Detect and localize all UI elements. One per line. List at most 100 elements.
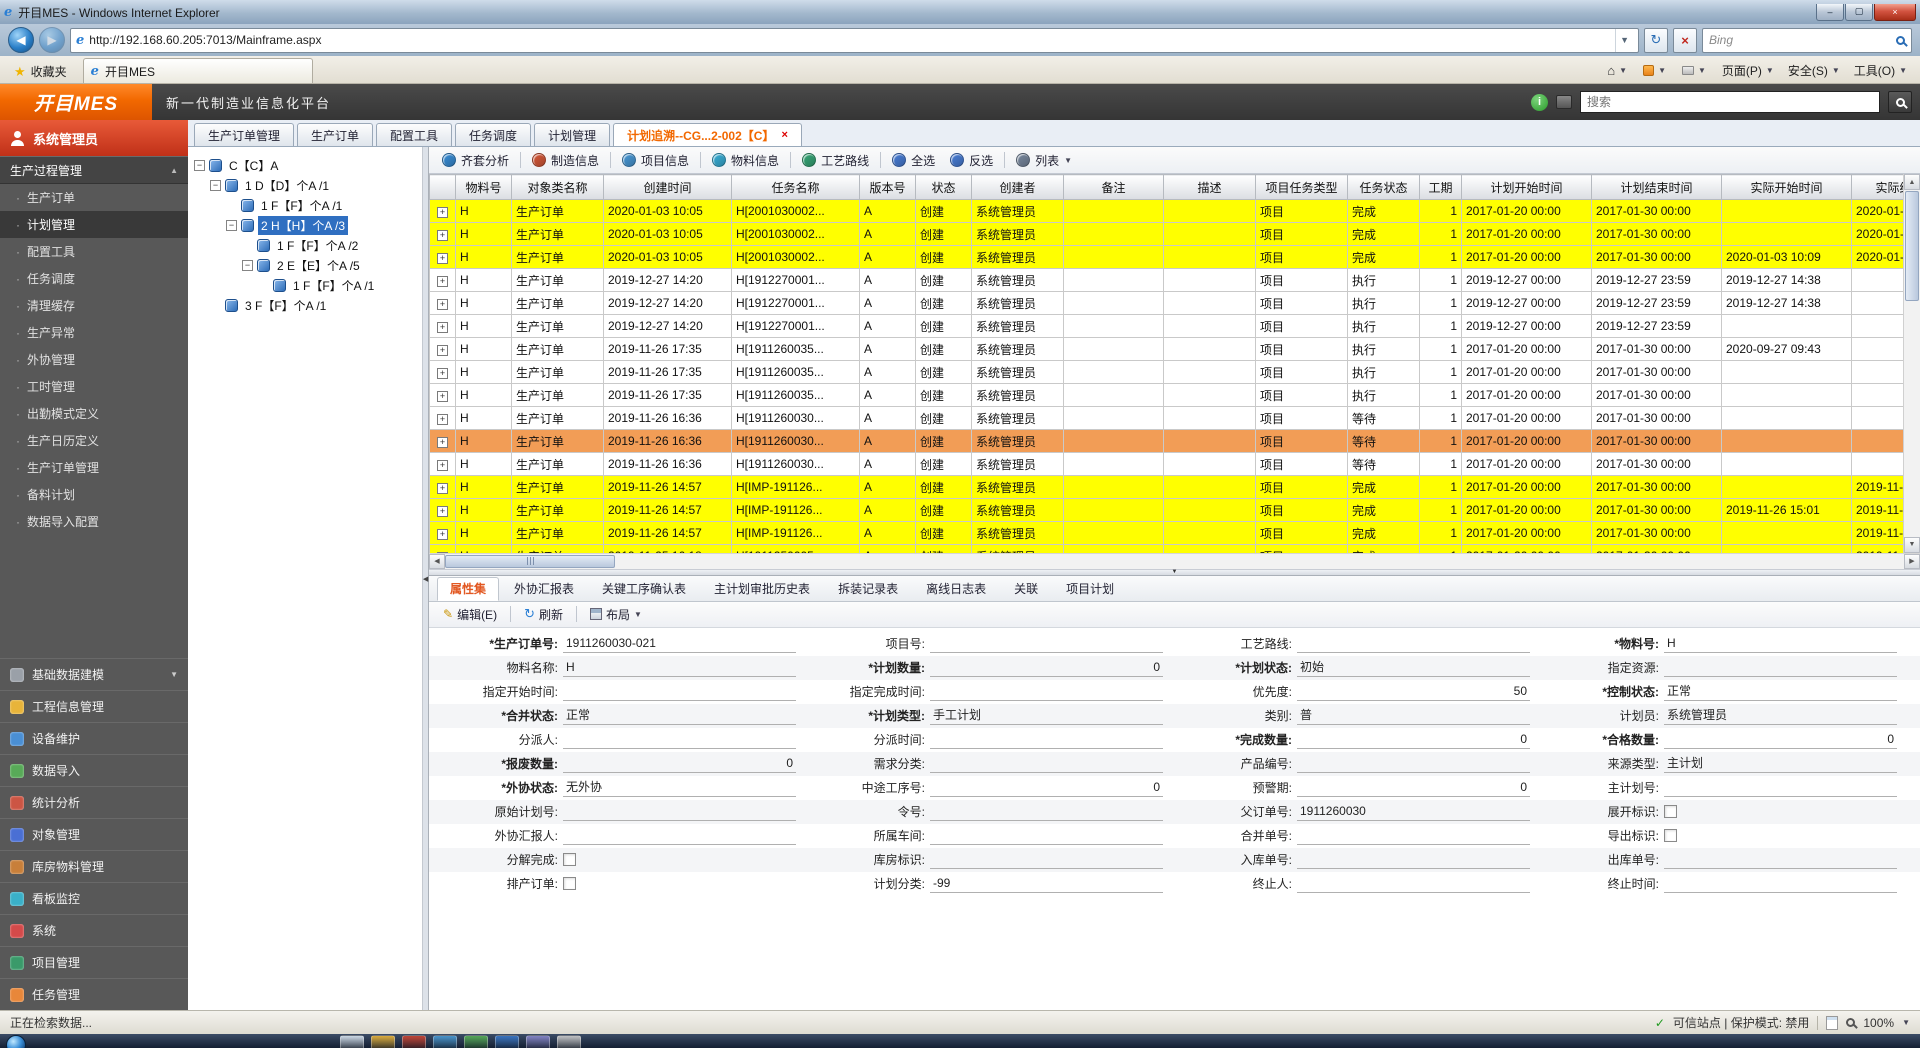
field-value[interactable] <box>1297 635 1530 653</box>
column-header[interactable]: 计划开始时间 <box>1462 175 1592 200</box>
column-header[interactable]: 版本号 <box>860 175 916 200</box>
column-header[interactable]: 备注 <box>1064 175 1164 200</box>
column-header[interactable]: 对象类名称 <box>512 175 604 200</box>
tree-expander-icon[interactable]: − <box>210 180 221 191</box>
sidebar-item[interactable]: 数据导入配置 <box>0 508 188 535</box>
field-value[interactable] <box>1297 851 1530 869</box>
detail-splitter[interactable]: ▼ <box>429 569 1920 576</box>
detail-tab[interactable]: 项目计划 <box>1053 577 1127 601</box>
stop-button[interactable]: × <box>1673 28 1697 53</box>
tree-node[interactable]: −C【C】A <box>190 155 420 175</box>
row-expander-icon[interactable]: + <box>437 368 448 379</box>
table-row[interactable]: +H生产订单2019-11-26 17:35H[1911260035...A创建… <box>430 384 1904 407</box>
horizontal-scroll-track[interactable] <box>615 554 1904 569</box>
column-header[interactable]: 创建者 <box>972 175 1064 200</box>
row-expander-icon[interactable]: + <box>437 299 448 310</box>
command-button[interactable]: 安全(S)▼ <box>1781 58 1847 82</box>
browser-tab[interactable]: e 开目MES <box>83 58 313 83</box>
table-row[interactable]: +H生产订单2019-11-26 17:35H[1911260035...A创建… <box>430 338 1904 361</box>
field-value[interactable]: H <box>1664 635 1897 653</box>
column-header[interactable]: 项目任务类型 <box>1256 175 1348 200</box>
field-value[interactable] <box>1297 755 1530 773</box>
sidebar-module[interactable]: 系统 <box>0 914 188 946</box>
column-header[interactable]: 实际结束时间 <box>1852 175 1904 200</box>
taskbar-app-2[interactable] <box>371 1035 395 1048</box>
search-icon[interactable] <box>1896 36 1905 45</box>
tree-expander-icon[interactable]: − <box>194 160 205 171</box>
table-row[interactable]: +H生产订单2019-11-26 16:36H[1911260030...A创建… <box>430 430 1904 453</box>
column-header[interactable]: 任务名称 <box>732 175 860 200</box>
command-button[interactable]: 页面(P)▼ <box>1715 58 1781 82</box>
app-search-input[interactable] <box>1580 91 1880 113</box>
tree-node[interactable]: −2 E【E】个A /5 <box>190 255 420 275</box>
taskbar-app-8[interactable] <box>557 1035 581 1048</box>
checkbox[interactable] <box>1664 805 1677 818</box>
column-header[interactable]: 描述 <box>1164 175 1256 200</box>
sidebar-item[interactable]: 备料计划 <box>0 481 188 508</box>
process-route-button[interactable]: 工艺路线 <box>795 150 876 171</box>
field-value[interactable] <box>1664 779 1897 797</box>
project-info-button[interactable]: 项目信息 <box>615 150 696 171</box>
horizontal-scrollbar[interactable]: ◀ ▶ <box>429 553 1920 569</box>
command-button[interactable]: 工具(O)▼ <box>1847 58 1914 82</box>
table-row[interactable]: +H生产订单2019-11-26 14:57H[IMP-191126...A创建… <box>430 499 1904 522</box>
tree-node[interactable]: 1 F【F】个A /2 <box>190 235 420 255</box>
info-icon[interactable]: i <box>1531 94 1548 111</box>
detail-tab[interactable]: 离线日志表 <box>913 577 999 601</box>
taskbar-app-1[interactable] <box>340 1035 364 1048</box>
back-button[interactable]: ◀ <box>8 27 34 53</box>
column-header[interactable] <box>430 175 456 200</box>
taskbar-app-6[interactable] <box>495 1035 519 1048</box>
detail-tab[interactable]: 主计划审批历史表 <box>701 577 823 601</box>
vertical-scroll-thumb[interactable] <box>1905 191 1919 301</box>
column-header[interactable]: 创建时间 <box>604 175 732 200</box>
main-tab[interactable]: 任务调度 <box>455 123 531 146</box>
chevron-down-icon[interactable]: ▼ <box>1902 1018 1910 1027</box>
taskbar-app-3[interactable] <box>402 1035 426 1048</box>
field-value[interactable] <box>930 851 1163 869</box>
list-view-button[interactable]: 列表▼ <box>1009 150 1079 171</box>
field-value[interactable] <box>563 731 796 749</box>
sidebar-item[interactable]: 清理缓存 <box>0 292 188 319</box>
notification-icon[interactable] <box>1556 95 1572 109</box>
address-dropdown-icon[interactable]: ▼ <box>1615 29 1633 52</box>
zoom-level[interactable]: 100% <box>1863 1016 1894 1030</box>
field-value[interactable] <box>1664 851 1897 869</box>
sidebar-item[interactable]: 配置工具 <box>0 238 188 265</box>
field-value[interactable]: 正常 <box>563 707 796 725</box>
column-header[interactable]: 任务状态 <box>1348 175 1420 200</box>
detail-tab-active[interactable]: 属性集 <box>437 577 499 601</box>
field-value[interactable] <box>563 827 796 845</box>
vertical-scrollbar[interactable]: ▲ ▼ <box>1903 174 1920 553</box>
row-expander-icon[interactable]: + <box>437 230 448 241</box>
zoom-icon[interactable] <box>1846 1018 1855 1027</box>
scroll-down-icon[interactable]: ▼ <box>1904 537 1920 553</box>
field-value[interactable]: 手工计划 <box>930 707 1163 725</box>
scroll-right-icon[interactable]: ▶ <box>1904 554 1920 569</box>
row-expander-icon[interactable]: + <box>437 437 448 448</box>
tree-node[interactable]: −1 D【D】个A /1 <box>190 175 420 195</box>
table-row[interactable]: +H生产订单2019-11-26 17:35H[1911260035...A创建… <box>430 361 1904 384</box>
field-value[interactable]: 0 <box>1297 779 1530 797</box>
sidebar-item[interactable]: 计划管理 <box>0 211 188 238</box>
sidebar-item[interactable]: 生产异常 <box>0 319 188 346</box>
scroll-up-icon[interactable]: ▲ <box>1904 174 1920 190</box>
field-value[interactable]: 无外协 <box>563 779 796 797</box>
sidebar-section-header[interactable]: 生产过程管理 ▲ <box>0 156 188 184</box>
sidebar-module[interactable]: 设备维护 <box>0 722 188 754</box>
field-value[interactable]: 系统管理员 <box>1664 707 1897 725</box>
row-expander-icon[interactable]: + <box>437 529 448 540</box>
select-all-button[interactable]: 全选 <box>885 150 942 171</box>
field-value[interactable] <box>930 683 1163 701</box>
layout-button[interactable]: 布局 ▼ <box>584 604 648 625</box>
field-value[interactable] <box>930 755 1163 773</box>
vertical-scroll-track[interactable] <box>1904 302 1920 537</box>
column-header[interactable]: 计划结束时间 <box>1592 175 1722 200</box>
taskbar-app-4[interactable] <box>433 1035 457 1048</box>
table-row[interactable]: +H生产订单2020-01-03 10:05H[2001030002...A创建… <box>430 200 1904 223</box>
sidebar-module[interactable]: 库房物料管理 <box>0 850 188 882</box>
checkbox[interactable] <box>563 853 576 866</box>
tree-splitter[interactable]: ◀ <box>422 147 429 1010</box>
field-value[interactable]: 初始 <box>1297 659 1530 677</box>
row-expander-icon[interactable]: + <box>437 345 448 356</box>
